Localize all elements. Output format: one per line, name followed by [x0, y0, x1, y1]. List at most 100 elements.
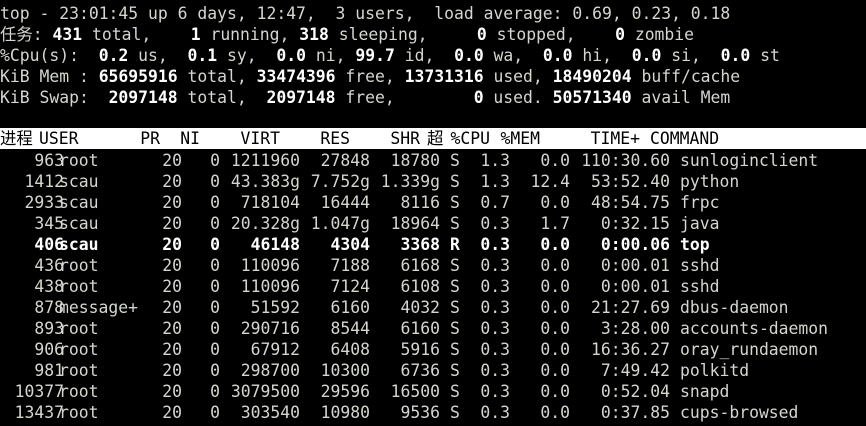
process-cpu: 0.7	[480, 193, 510, 212]
process-res: 7124	[330, 277, 370, 296]
process-time: 0:32.15	[600, 214, 670, 233]
col-pr[interactable]: PR	[140, 128, 160, 149]
process-pr: 20	[162, 403, 182, 422]
process-mem: 0.0	[540, 193, 570, 212]
cpu-label: %Cpu(s):	[0, 46, 79, 65]
process-row[interactable]: 438 root 20 0 110096 7124 6108 S 0.3 0.0 0:00.01 ss…	[0, 276, 866, 297]
process-command: dbus-daemon	[680, 298, 789, 317]
process-row[interactable]: 963 root 20 0 1211960 27848 18780 S 1.3 0.0 110:30…	[0, 150, 866, 171]
col-virt[interactable]: VIRT	[241, 128, 280, 149]
process-mem: 0.0	[540, 319, 570, 338]
process-time: 0:37.85	[600, 403, 670, 422]
col-pid[interactable]: 进程	[0, 128, 33, 149]
mem-total-label: total,	[177, 67, 257, 86]
process-pr: 20	[162, 214, 182, 233]
process-time: 0:00.06	[600, 235, 670, 254]
process-shr: 4032	[400, 298, 440, 317]
tasks-stopped-label: stopped,	[486, 25, 576, 44]
process-row[interactable]: 436 root 20 0 110096 7188 6168 S 0.3 0.0 0:00.01 ss…	[0, 255, 866, 276]
tasks-sleeping: 318	[299, 25, 329, 44]
mem-used: 13731316	[404, 67, 484, 86]
process-pr: 20	[162, 151, 182, 170]
col-cpu[interactable]: %CPU	[451, 128, 490, 149]
process-virt: 290716	[240, 319, 300, 338]
process-virt: 718104	[240, 193, 300, 212]
col-time[interactable]: TIME+	[591, 128, 640, 149]
process-ni: 0	[210, 256, 220, 275]
tasks-sleeping-label: sleeping,	[328, 25, 428, 44]
process-s: S	[450, 151, 460, 170]
process-command: python	[680, 172, 740, 191]
process-pr: 20	[162, 256, 182, 275]
process-row[interactable]: 1412 scau 20 0 43.383g 7.752g 1.339g S 1.3 12.4 53…	[0, 171, 866, 192]
col-ni[interactable]: NI	[180, 128, 200, 149]
process-user: root	[59, 382, 99, 401]
process-virt: 1211960	[230, 151, 300, 170]
swap-free: 2097148	[266, 88, 336, 107]
process-ni: 0	[210, 403, 220, 422]
cpu-si-label: si,	[661, 46, 701, 65]
process-pr: 20	[162, 298, 182, 317]
col-command[interactable]: COMMAND	[650, 128, 719, 149]
mem-label: KiB Mem :	[0, 67, 99, 86]
process-time: 3:28.00	[600, 319, 670, 338]
process-row[interactable]: 893 root 20 0 290716 8544 6160 S 0.3 0.0 3:28.00 ac…	[0, 318, 866, 339]
process-s: S	[450, 298, 460, 317]
tasks-total-label: total,	[82, 25, 152, 44]
cpu-id-label: id,	[394, 46, 435, 65]
load-label: , load average:	[404, 4, 573, 23]
process-res: 8544	[330, 319, 370, 338]
col-res[interactable]: RES	[320, 128, 350, 149]
process-row[interactable]: 878 message+ 20 0 51592 6160 4032 S 0.3 0.0 21:27.…	[0, 297, 866, 318]
col-s[interactable]: 超	[427, 128, 443, 149]
cpu-st-label: st	[750, 46, 780, 65]
col-shr[interactable]: SHR	[390, 128, 420, 149]
process-time: 7:49.42	[600, 361, 670, 380]
process-command: sunloginclient	[680, 151, 819, 170]
process-row[interactable]: 981 root 20 0 298700 10300 6736 S 0.3 0.0 7:49.42 p…	[0, 360, 866, 381]
terminal-window[interactable]: top - 23:01:45 up 6 days, 12:47, 3 users…	[0, 0, 866, 426]
process-cpu: 0.3	[480, 235, 510, 254]
process-pid: 10377	[14, 382, 64, 401]
mem-free: 33474396	[256, 67, 336, 86]
process-row[interactable]: 10377 root 20 0 3079500 29596 16500 S 0.3 0.0 0:52…	[0, 381, 866, 402]
process-pr: 20	[162, 235, 182, 254]
process-ni: 0	[210, 193, 220, 212]
process-mem: 0.0	[540, 256, 570, 275]
process-row[interactable]: 406 scau 20 0 46148 4304 3368 R 0.3 0.0 0:00.06 top	[0, 234, 866, 255]
swap-used: 0	[473, 88, 484, 107]
process-mem: 1.7	[540, 214, 570, 233]
process-ni: 0	[210, 361, 220, 380]
process-shr: 6108	[400, 277, 440, 296]
process-shr: 18780	[390, 151, 440, 170]
process-mem: 0.0	[540, 361, 570, 380]
process-shr: 3368	[400, 235, 440, 254]
process-row[interactable]: 13437 root 20 0 303540 10980 9536 S 0.3 0.0 0:37.8…	[0, 402, 866, 423]
uptime-text: up 6 days, 12:47,	[138, 4, 336, 23]
cpu-hi: 0.0	[542, 46, 573, 65]
process-s: R	[450, 235, 460, 254]
cpu-ni: 0.0	[276, 46, 306, 65]
process-command: oray_rundaemon	[680, 340, 819, 359]
process-user: scau	[59, 235, 99, 254]
process-mem: 12.4	[530, 172, 570, 191]
process-time: 0:00.01	[600, 277, 670, 296]
load-average: 0.69, 0.23, 0.18	[572, 4, 731, 23]
swap-used-label: used.	[483, 88, 553, 107]
process-shr: 18964	[390, 214, 440, 233]
process-res: 1.047g	[310, 214, 370, 233]
process-row[interactable]: 906 root 20 0 67912 6408 5916 S 0.3 0.0 16:36.27 or…	[0, 339, 866, 360]
swap-total-label: total,	[177, 88, 267, 107]
process-row[interactable]: 345 scau 20 0 20.328g 1.047g 18964 S 0.3 1.7 0:32.…	[0, 213, 866, 234]
mem-used-label: used,	[483, 67, 553, 86]
col-user[interactable]: USER	[39, 128, 78, 149]
process-s: S	[450, 340, 460, 359]
process-virt: 298700	[240, 361, 300, 380]
process-user: root	[59, 340, 99, 359]
col-mem[interactable]: %MEM	[501, 128, 540, 149]
process-time: 21:27.69	[591, 298, 670, 317]
process-row[interactable]: 2933 scau 20 0 718104 16444 8116 S 0.7 0.0 48:54.7…	[0, 192, 866, 213]
process-res: 29596	[320, 382, 370, 401]
process-cpu: 0.3	[480, 340, 510, 359]
process-shr: 8116	[400, 193, 440, 212]
